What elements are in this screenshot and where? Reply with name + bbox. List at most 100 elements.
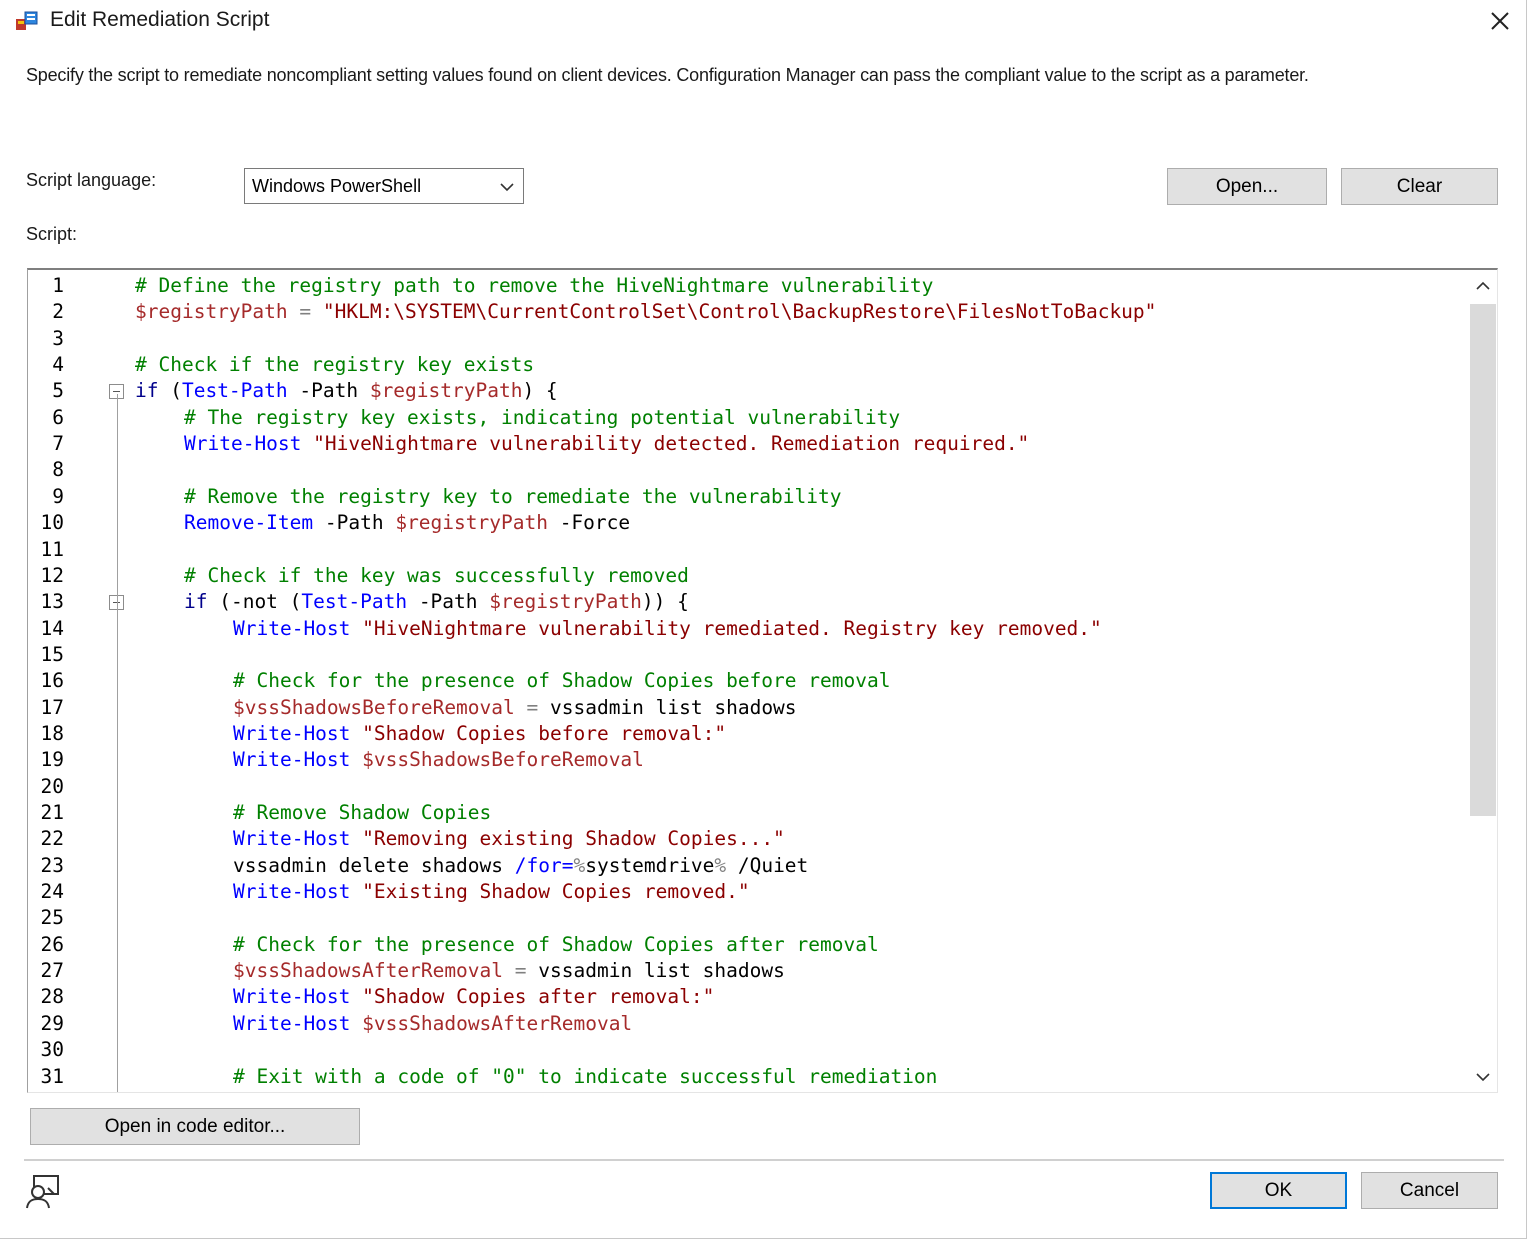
code-line: 22 Write-Host "Removing existing Shadow C… — [28, 826, 1468, 852]
line-number: 24 — [40, 880, 64, 904]
code-line: 5 if (Test-Path -Path $registryPath) { — [28, 378, 1468, 404]
code-token: = — [503, 959, 539, 983]
line-number: 29 — [40, 1011, 64, 1035]
line-number: 3 — [52, 326, 64, 350]
line-number: 4 — [52, 353, 64, 377]
vertical-scrollbar[interactable] — [1469, 270, 1497, 1092]
script-language-label: Script language: — [26, 170, 157, 190]
code-token: "HiveNightmare vulnerability remediated.… — [362, 616, 1102, 640]
code-line: 12 # Check if the key was successfully re… — [28, 563, 1468, 589]
chevron-down-icon[interactable] — [1475, 1069, 1491, 1085]
line-number: 14 — [40, 616, 64, 640]
code-text: vssadmin delete shadows /for=%systemdriv… — [233, 853, 808, 879]
script-label: Script: — [26, 224, 78, 244]
code-token: /for= — [514, 853, 574, 877]
line-number: 19 — [40, 748, 64, 772]
code-token: $registryPath — [369, 379, 523, 403]
code-text: if (Test-Path -Path $registryPath) { — [135, 378, 558, 404]
code-text: Write-Host "Shadow Copies before removal… — [233, 721, 726, 747]
clear-button[interactable]: Clear — [1341, 168, 1498, 205]
code-token: # Check for the presence of Shadow Copie… — [233, 669, 891, 693]
code-token: Write-Host — [233, 748, 351, 772]
user-help-icon[interactable] — [22, 1172, 62, 1212]
code-token: -Path — [407, 590, 490, 614]
code-line: 1 # Define the registry path to remove th… — [28, 273, 1468, 299]
scrollbar-thumb[interactable] — [1470, 304, 1496, 816]
code-line: 25 — [28, 905, 1468, 931]
cancel-button-label: Cancel — [1399, 1180, 1460, 1201]
script-language-select[interactable]: Windows PowerShell — [244, 168, 524, 204]
code-token: $vssShadowsAfterRemoval — [362, 1011, 633, 1035]
code-token: # Check if the registry key exists — [135, 353, 535, 377]
code-token: ( — [158, 379, 182, 403]
code-line: 15 — [28, 642, 1468, 668]
code-token: "Existing Shadow Copies removed." — [362, 880, 750, 904]
code-text: # Exit with a code of "0" to indicate su… — [233, 1064, 937, 1090]
code-text: # Define the registry path to remove the… — [135, 273, 933, 299]
dialog-title: Edit Remediation Script — [50, 8, 270, 31]
code-text: Write-Host "Removing existing Shadow Cop… — [233, 826, 785, 852]
code-token: -Path — [313, 511, 396, 535]
open-in-code-editor-button[interactable]: Open in code editor... — [30, 1108, 360, 1145]
line-number: 28 — [40, 985, 64, 1009]
line-number: 7 — [52, 432, 64, 456]
code-line: 30 — [28, 1037, 1468, 1063]
code-text: $registryPath = "HKLM:\SYSTEM\CurrentCon… — [135, 299, 1156, 325]
app-icon — [16, 11, 38, 30]
code-line: 11 — [28, 537, 1468, 563]
line-number: 26 — [40, 932, 64, 956]
code-text: # Remove the registry key to remediate t… — [184, 484, 841, 510]
code-token: /Quiet — [726, 853, 809, 877]
code-token: Remove-Item — [184, 511, 314, 535]
code-text: Write-Host $vssShadowsBeforeRemoval — [233, 747, 644, 773]
code-line: 8 — [28, 457, 1468, 483]
line-number: 10 — [40, 511, 64, 535]
code-token: vssadmin list shadows — [538, 959, 785, 983]
line-number: 25 — [40, 906, 64, 930]
code-token: vssadmin delete shadows — [233, 853, 515, 877]
code-line: 19 Write-Host $vssShadowsBeforeRemoval — [28, 747, 1468, 773]
code-token: % — [573, 853, 586, 877]
code-line: 6 # The registry key exists, indicating p… — [28, 405, 1468, 431]
code-line: 2 $registryPath = "HKLM:\SYSTEM\CurrentCo… — [28, 299, 1468, 325]
code-line: 20 — [28, 774, 1468, 800]
code-text: Write-Host "HiveNightmare vulnerability … — [233, 616, 1102, 642]
code-line: 17 $vssShadowsBeforeRemoval = vssadmin li… — [28, 695, 1468, 721]
line-number: 5 — [52, 379, 64, 403]
code-text: # The registry key exists, indicating po… — [184, 405, 900, 431]
code-token: # Remove Shadow Copies — [233, 801, 492, 824]
code-token: = — [514, 695, 550, 719]
dialog-description: Specify the script to remediate noncompl… — [26, 65, 1309, 85]
code-text: Write-Host "Existing Shadow Copies remov… — [233, 879, 750, 905]
code-token: $vssShadowsBeforeRemoval — [362, 748, 644, 772]
line-number: 2 — [52, 300, 64, 324]
open-button[interactable]: Open... — [1167, 168, 1327, 205]
code-text: # Check if the key was successfully remo… — [184, 563, 689, 589]
line-number: 18 — [40, 721, 64, 745]
ok-button[interactable]: OK — [1210, 1172, 1347, 1209]
open-in-code-editor-label: Open in code editor... — [104, 1116, 286, 1137]
cancel-button[interactable]: Cancel — [1361, 1172, 1498, 1209]
code-token: (-not ( — [207, 590, 302, 614]
code-line: 27 $vssShadowsAfterRemoval = vssadmin lis… — [28, 958, 1468, 984]
code-token: -Path — [287, 379, 370, 403]
code-line: 9 # Remove the registry key to remediate … — [28, 484, 1468, 510]
code-token: $registryPath — [135, 300, 288, 324]
code-line: 3 — [28, 326, 1468, 352]
chevron-up-icon[interactable] — [1475, 278, 1491, 294]
code-token: # Check if the key was successfully remo… — [184, 563, 689, 587]
line-number: 21 — [40, 801, 64, 824]
code-line: 4 # Check if the registry key exists — [28, 352, 1468, 378]
code-text: # Check for the presence of Shadow Copie… — [233, 932, 879, 958]
script-editor[interactable]: 1 # Define the registry path to remove th… — [27, 268, 1498, 1093]
close-icon[interactable] — [1486, 7, 1514, 35]
line-number: 12 — [40, 563, 64, 587]
code-line: 26 # Check for the presence of Shadow Cop… — [28, 932, 1468, 958]
